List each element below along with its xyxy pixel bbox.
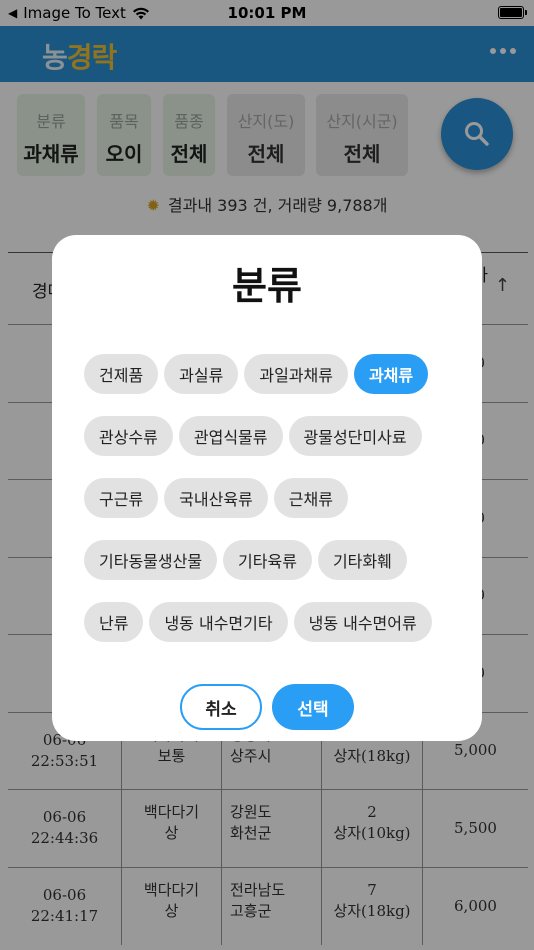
dialog-title: 분류 — [232, 264, 302, 308]
chip-option[interactable]: 건제품 — [84, 354, 159, 394]
chip-option[interactable]: 광물성단미사료 — [288, 416, 422, 456]
chip-option[interactable]: 냉동 내수면어류 — [293, 602, 432, 642]
chip-row: 기타동물생산물 기타육류 기타화훼 — [84, 540, 407, 580]
chip-option[interactable]: 기타화훼 — [317, 540, 407, 580]
chip-option[interactable]: 과실류 — [164, 354, 239, 394]
chip-option[interactable]: 과일과채류 — [244, 354, 348, 394]
chip-row: 건제품 과실류 과일과채류 과채류 — [84, 354, 429, 394]
chip-option[interactable]: 근채류 — [273, 478, 348, 518]
chip-row: 구근류 국내산육류 근채류 — [84, 478, 348, 518]
select-button[interactable]: 선택 — [272, 684, 354, 730]
chip-row: 난류 냉동 내수면기타 냉동 내수면어류 — [84, 602, 432, 642]
chip-option[interactable]: 구근류 — [84, 478, 159, 518]
chip-option[interactable]: 국내산육류 — [164, 478, 268, 518]
chip-option[interactable]: 냉동 내수면기타 — [149, 602, 288, 642]
chip-option[interactable]: 난류 — [84, 602, 144, 642]
chip-option[interactable]: 관엽식물류 — [178, 416, 283, 456]
chip-option[interactable]: 기타동물생산물 — [84, 540, 218, 580]
chip-option[interactable]: 기타육류 — [223, 540, 312, 580]
chip-row: 관상수류 관엽식물류 광물성단미사료 — [84, 416, 422, 456]
category-dialog: 분류 건제품 과실류 과일과채류 과채류 관상수류 관엽식물류 광물성단미사료 … — [52, 235, 482, 741]
chip-option-selected[interactable]: 과채류 — [353, 354, 429, 394]
chip-option[interactable]: 관상수류 — [84, 416, 173, 456]
cancel-button[interactable]: 취소 — [180, 684, 262, 730]
